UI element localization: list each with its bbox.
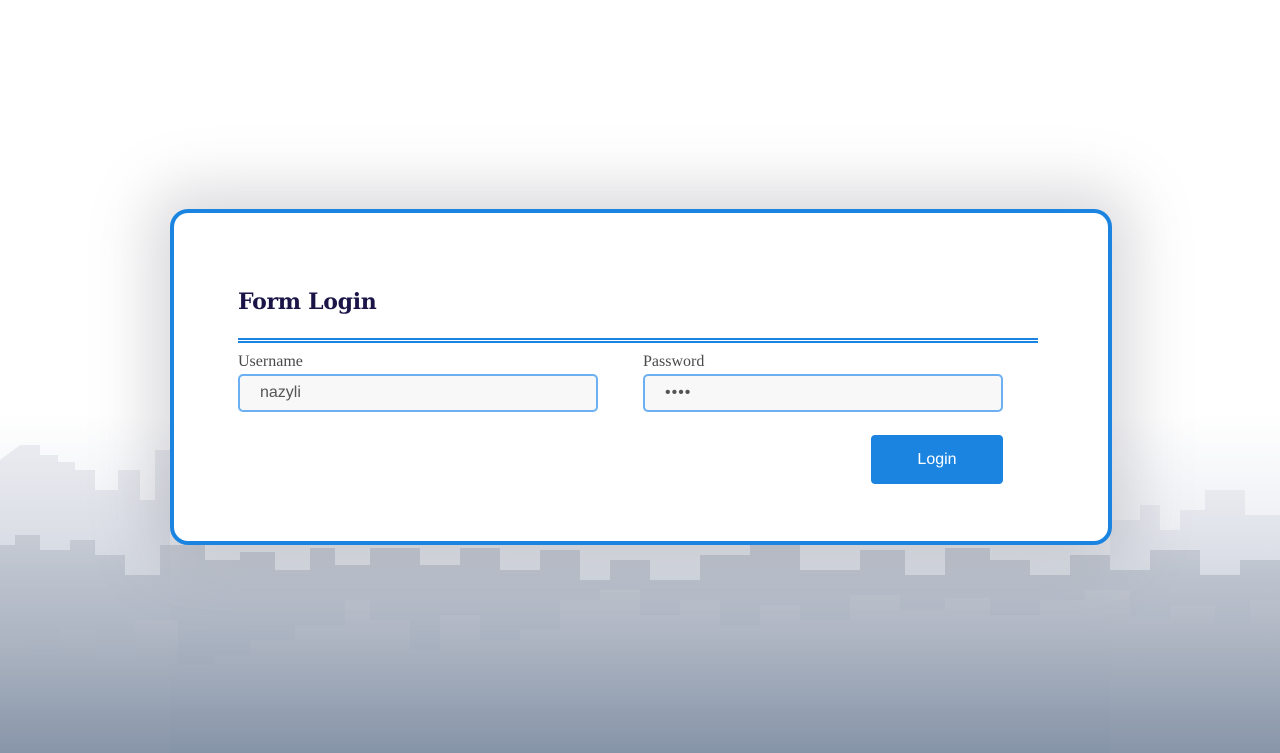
form-title: Form Login bbox=[238, 289, 377, 315]
login-form-card: Form Login Username Password Login bbox=[170, 209, 1112, 545]
login-button[interactable]: Login bbox=[871, 435, 1003, 484]
password-label: Password bbox=[643, 353, 705, 370]
password-input[interactable] bbox=[643, 374, 1003, 412]
title-divider bbox=[238, 338, 1038, 343]
login-page: Form Login Username Password Login bbox=[0, 0, 1280, 753]
username-label: Username bbox=[238, 353, 303, 370]
username-input[interactable] bbox=[238, 374, 598, 412]
